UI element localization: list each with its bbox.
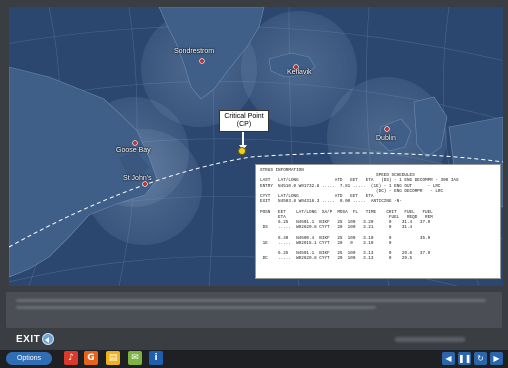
- city-label-sondrestrom: Sondrestrom: [174, 48, 215, 55]
- progress-text: [395, 337, 465, 342]
- chat-icon[interactable]: ✉: [128, 351, 142, 365]
- city-label-keflavik: Keflavik: [287, 69, 312, 76]
- speaker-icon[interactable]: ♪: [64, 351, 78, 365]
- previous-icon[interactable]: ◀: [442, 352, 455, 365]
- city-marker-goose-bay: [132, 140, 138, 146]
- caption-text-line: [16, 306, 376, 309]
- critical-point-abbrev: (CP): [236, 121, 252, 128]
- city-marker-sondrestrom: [199, 58, 205, 64]
- lesson-window: Sondrestrom Keflavik Goose Bay St John's…: [0, 0, 508, 368]
- city-marker-st-johns: [142, 181, 148, 187]
- options-button[interactable]: Options: [6, 352, 52, 365]
- city-label-dublin: Dublin: [376, 135, 396, 142]
- next-icon[interactable]: ▶: [490, 352, 503, 365]
- pause-icon[interactable]: ❚❚: [458, 352, 471, 365]
- city-marker-dublin: [384, 126, 390, 132]
- info-icon[interactable]: i: [149, 351, 163, 365]
- caption-bar: [6, 292, 502, 328]
- critical-point-arrow: [239, 132, 247, 150]
- exit-label[interactable]: EXIT: [16, 334, 40, 345]
- critical-point-title: Critical Point: [224, 113, 264, 120]
- replay-icon[interactable]: ↻: [474, 352, 487, 365]
- glossary-icon[interactable]: G: [84, 351, 98, 365]
- notes-icon[interactable]: ▤: [106, 351, 120, 365]
- nav-panel-line: DC ..... W02620.8 CYYT 20 100 3.13 0 29.…: [260, 256, 413, 262]
- city-label-goose-bay: Goose Bay: [116, 147, 151, 154]
- critical-point-callout: Critical Point (CP): [219, 110, 269, 132]
- city-label-st-johns: St John's: [123, 175, 152, 182]
- critical-point-marker[interactable]: [238, 147, 246, 155]
- caption-text-line: [16, 299, 486, 302]
- exit-button[interactable]: [42, 333, 54, 345]
- navigation-data-panel: STRUS INFORMATION SPEED SCHEDULES LAST LA…: [255, 164, 501, 279]
